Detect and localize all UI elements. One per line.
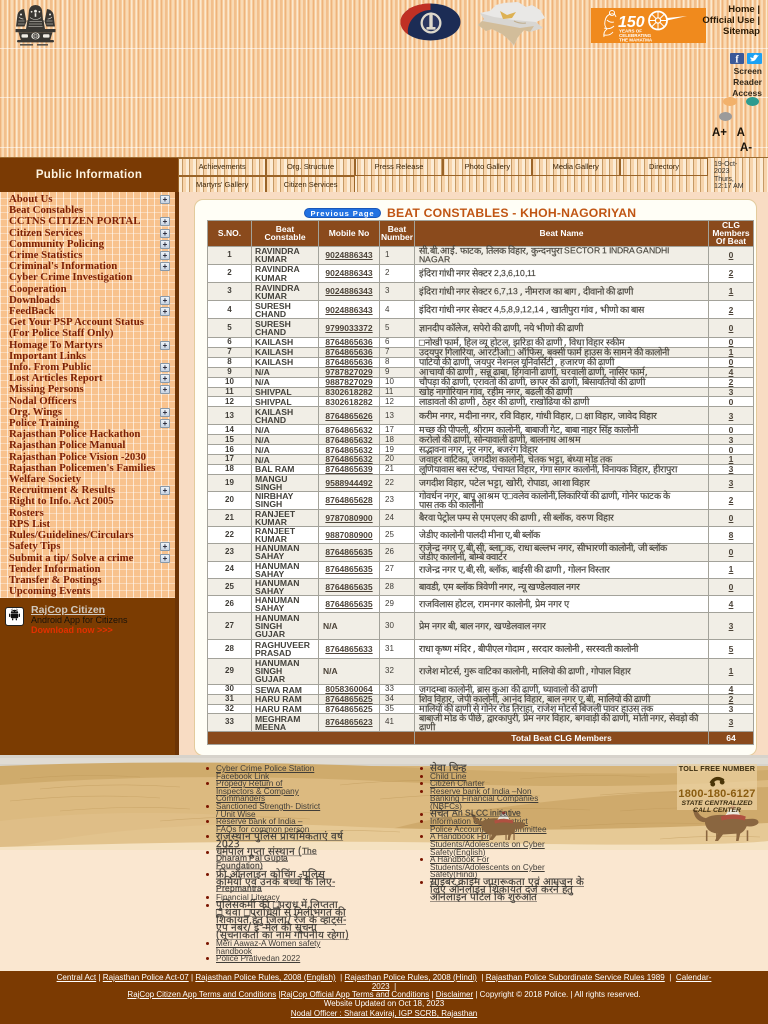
svg-text:THE MAHATMA: THE MAHATMA bbox=[619, 38, 653, 43]
